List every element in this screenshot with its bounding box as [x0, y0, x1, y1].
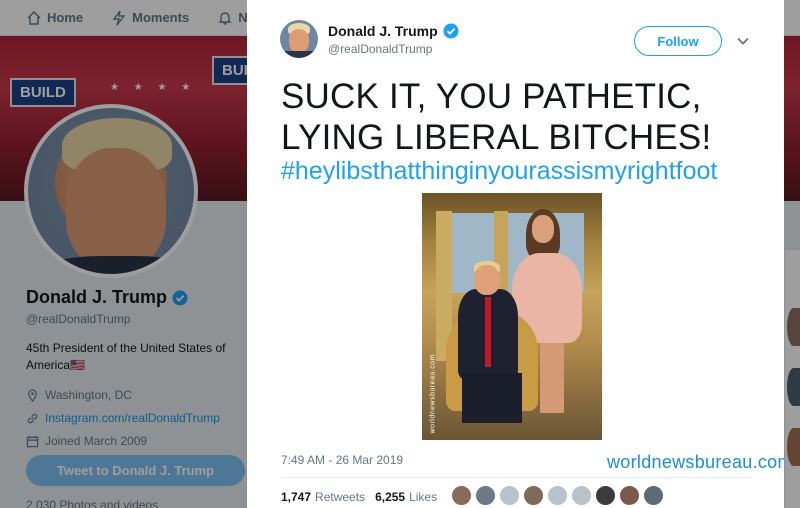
- tweet-author-name-row[interactable]: Donald J. Trump: [328, 23, 459, 39]
- tweet-author-names: Donald J. Trump @realDonaldTrump: [328, 23, 459, 56]
- retweets-label: Retweets: [315, 490, 366, 504]
- likes-stat[interactable]: 6,255 Likes: [375, 490, 437, 504]
- likes-count: 6,255: [375, 490, 406, 504]
- tweet-header: Donald J. Trump @realDonaldTrump: [280, 20, 459, 58]
- tweet-stats: 1,747 Retweets 6,255 Likes: [281, 490, 447, 504]
- tweet-timestamp[interactable]: 7:49 AM - 26 Mar 2019: [281, 453, 403, 467]
- tweet-text: SUCK IT, YOU PATHETIC, LYING LIBERAL BIT…: [281, 77, 712, 157]
- image-watermark: worldnewsbureau.com: [429, 353, 437, 434]
- divider: [281, 477, 751, 478]
- liker-avatar[interactable]: [499, 485, 520, 506]
- tweet-author-name[interactable]: Donald J. Trump: [328, 23, 438, 39]
- liker-avatars: [451, 485, 667, 506]
- tweet-hashtag-link[interactable]: #heylibsthatthinginyourassismyrightfoot: [281, 157, 717, 186]
- liker-avatar[interactable]: [451, 485, 472, 506]
- chevron-down-icon[interactable]: [736, 34, 750, 48]
- likes-label: Likes: [409, 490, 438, 504]
- watermark-text: worldnewsbureau.com: [607, 452, 784, 472]
- retweets-count: 1,747: [281, 490, 312, 504]
- liker-avatar[interactable]: [595, 485, 616, 506]
- follow-button[interactable]: Follow: [634, 26, 722, 56]
- liker-avatar[interactable]: [619, 485, 640, 506]
- tweet-author-handle[interactable]: @realDonaldTrump: [328, 42, 459, 56]
- liker-avatar[interactable]: [643, 485, 664, 506]
- liker-avatar[interactable]: [523, 485, 544, 506]
- liker-avatar[interactable]: [547, 485, 568, 506]
- tweet-modal: Donald J. Trump @realDonaldTrump Follow …: [247, 0, 784, 508]
- liker-avatar[interactable]: [475, 485, 496, 506]
- tweet-author-avatar[interactable]: [280, 20, 318, 58]
- tweet-image[interactable]: worldnewsbureau.com: [422, 193, 602, 440]
- retweets-stat[interactable]: 1,747 Retweets: [281, 490, 365, 504]
- verified-icon: [443, 23, 459, 38]
- liker-avatar[interactable]: [571, 485, 592, 506]
